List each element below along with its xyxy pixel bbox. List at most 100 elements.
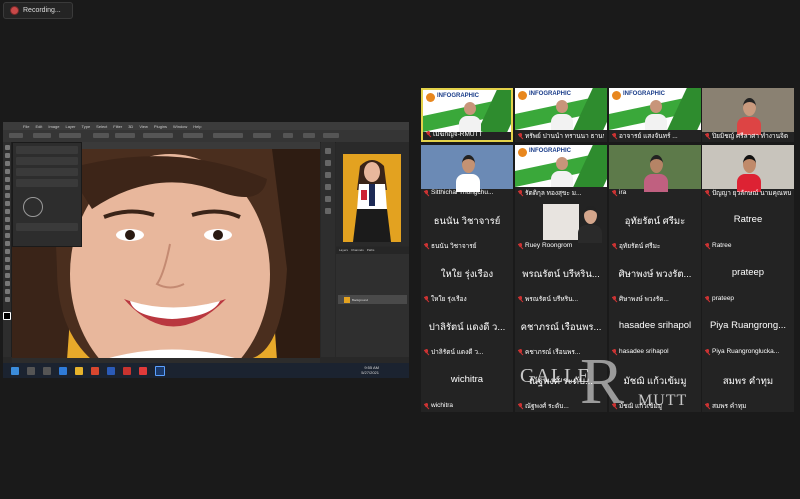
muted-mic-icon: [424, 189, 429, 196]
participant-display-name: ธนนัน วิชาจารย์: [433, 216, 501, 227]
menu-item[interactable]: Filter: [113, 124, 122, 129]
muted-mic-icon: [424, 242, 429, 249]
participant-display-name: prateep: [731, 267, 765, 278]
layer-name: Background: [352, 297, 369, 302]
participant-name-label: Sitthichai Thongchu...: [431, 189, 494, 196]
participant-tile[interactable]: INFOGRAPHIC รัตติกุล ทองสุขะ ม...: [515, 145, 607, 199]
shared-screen: File Edit Image Layer Type Select Filter 3D View…: [3, 122, 409, 378]
participant-tile[interactable]: prateep prateep: [702, 251, 794, 305]
participant-name-label: อุทัยรัตน์ ศรีมะ: [619, 242, 661, 250]
muted-mic-icon: [518, 189, 523, 196]
muted-mic-icon: [424, 402, 429, 409]
shared-background-image: INFOGRAPHIC: [423, 90, 511, 132]
muted-mic-icon: [612, 242, 617, 249]
photoshop-toolbar: [3, 142, 12, 357]
muted-mic-icon: [705, 295, 710, 302]
participant-name-label: Ruey Roongrom: [525, 242, 573, 249]
menu-item[interactable]: Plugins: [154, 124, 167, 129]
layers-panel: Layers Channels Paths Background: [336, 247, 409, 357]
participant-tile[interactable]: Ruey Roongrom: [515, 198, 607, 252]
muted-mic-icon: [612, 132, 617, 139]
participant-tile[interactable]: INFOGRAPHIC ทรัพย์ ปานนำ ทรานนา ธานนา: [515, 88, 607, 142]
clock: 9:55 AM 5/27/2021: [361, 365, 379, 375]
participant-display-name: ศิษาพงษ์ พวงรัต...: [618, 269, 692, 280]
photoshop-icon[interactable]: [155, 365, 165, 376]
angle-dial[interactable]: [23, 197, 43, 217]
participant-name-label: Ratree: [712, 242, 732, 249]
menu-item[interactable]: File: [23, 124, 29, 129]
participant-tile[interactable]: พรณรัตน์ บรีหริน... พรณรัตน์ บรีหริน...: [515, 251, 607, 305]
muted-mic-icon: [705, 189, 710, 196]
menu-item[interactable]: 3D: [128, 124, 133, 129]
search-icon[interactable]: [27, 366, 35, 375]
app-icon[interactable]: [123, 366, 131, 375]
menu-item[interactable]: Help: [193, 124, 201, 129]
participant-name-label: ใหใย รุ่งเรือง: [431, 295, 467, 303]
muted-mic-icon: [424, 348, 429, 355]
participant-tile[interactable]: ปิยมิชญ์ ศรีลาศา ทำงานจิต: [702, 88, 794, 142]
muted-mic-icon: [426, 130, 431, 137]
camera-video: [609, 145, 701, 192]
edge-icon[interactable]: [59, 366, 67, 375]
participant-tile[interactable]: ใหใย รุ่งเรือง ใหใย รุ่งเรือง: [421, 251, 513, 305]
participant-name-label: เมฆกัญจ-RMUTT: [433, 130, 483, 138]
menu-item[interactable]: Layer: [65, 124, 75, 129]
participant-name-label: อาจารย์ แสงจันทร์ ...: [619, 132, 678, 140]
adjustment-panel[interactable]: [12, 142, 82, 247]
participant-tile[interactable]: Ratree Ratree: [702, 198, 794, 252]
camera-video: [702, 145, 794, 192]
store-icon[interactable]: [107, 366, 115, 375]
participant-name-label: Piya Ruangronglucka...: [712, 348, 780, 355]
muted-mic-icon: [705, 242, 710, 249]
gallery-rmutt-watermark: GALLE R MUTT: [520, 345, 688, 418]
participant-display-name: คชาภรณ์ เรือนพร...: [520, 322, 602, 333]
participant-tile[interactable]: INFOGRAPHIC อาจารย์ แสงจันทร์ ...: [609, 88, 701, 142]
participant-display-name: อุทัยรัตน์ ศรีมะ: [624, 216, 686, 227]
chrome-icon[interactable]: [91, 366, 99, 375]
menu-item[interactable]: Select: [96, 124, 107, 129]
menu-item[interactable]: Type: [82, 124, 91, 129]
participant-display-name: ปาลิรัตน์ แดงดี ว...: [428, 322, 506, 333]
layer-row[interactable]: Background: [338, 295, 407, 304]
participant-name-label: รัตติกุล ทองสุขะ ม...: [525, 189, 582, 197]
muted-mic-icon: [612, 295, 617, 302]
participant-name-label: ปิยมิชญ์ ศรีลาศา ทำงานจิต: [712, 132, 789, 140]
panel-icons: [321, 142, 335, 357]
muted-mic-icon: [518, 242, 523, 249]
participant-tile[interactable]: อุทัยรัตน์ ศรีมะ อุทัยรัตน์ ศรีมะ: [609, 198, 701, 252]
participant-tile[interactable]: INFOGRAPHIC เมฆกัญจ-RMUTT: [421, 88, 513, 142]
shared-background-image: INFOGRAPHIC: [515, 145, 607, 187]
participant-display-name: ใหใย รุ่งเรือง: [440, 269, 494, 280]
participant-display-name: พรณรัตน์ บรีหริน...: [522, 269, 600, 280]
muted-mic-icon: [424, 295, 429, 302]
muted-mic-icon: [518, 295, 523, 302]
menu-item[interactable]: Edit: [35, 124, 42, 129]
participant-tile[interactable]: ธนนัน วิชาจารย์ ธนนัน วิชาจารย์: [421, 198, 513, 252]
menu-item[interactable]: Window: [173, 124, 187, 129]
navigator-panel: [336, 142, 409, 246]
participant-tile[interactable]: ศิษาพงษ์ พวงรัต... ศิษาพงษ์ พวงรัต...: [609, 251, 701, 305]
menu-item[interactable]: View: [139, 124, 148, 129]
participant-tile[interactable]: ปาลิรัตน์ แดงดี ว... ปาลิรัตน์ แดงดี ว...: [421, 304, 513, 358]
participant-display-name: wichitra: [450, 374, 484, 385]
muted-mic-icon: [518, 132, 523, 139]
record-icon: [10, 6, 19, 15]
participant-name-label: พรณรัตน์ บรีหริน...: [525, 295, 579, 303]
participant-name-label: ira: [619, 189, 627, 196]
participant-tile[interactable]: ira: [609, 145, 701, 199]
participant-tile[interactable]: Sitthichai Thongchu...: [421, 145, 513, 199]
start-icon[interactable]: [11, 366, 19, 375]
participant-name-label: wichitra: [431, 402, 454, 409]
taskview-icon[interactable]: [43, 366, 51, 375]
app2-icon[interactable]: [139, 366, 147, 375]
recording-indicator[interactable]: Recording...: [3, 2, 73, 19]
shared-background-image: INFOGRAPHIC: [609, 88, 701, 130]
foreground-color-swatch[interactable]: [3, 312, 11, 320]
explorer-icon[interactable]: [75, 366, 83, 375]
participant-tile[interactable]: wichitra wichitra: [421, 358, 513, 412]
participant-name-label: ปัญญา ยุวลักษณ์ นามคุณหนา: [712, 189, 791, 197]
menu-item[interactable]: Image: [48, 124, 59, 129]
camera-video: [421, 145, 513, 192]
participant-display-name: Ratree: [733, 214, 763, 225]
participant-tile[interactable]: ปัญญา ยุวลักษณ์ นามคุณหนา: [702, 145, 794, 199]
